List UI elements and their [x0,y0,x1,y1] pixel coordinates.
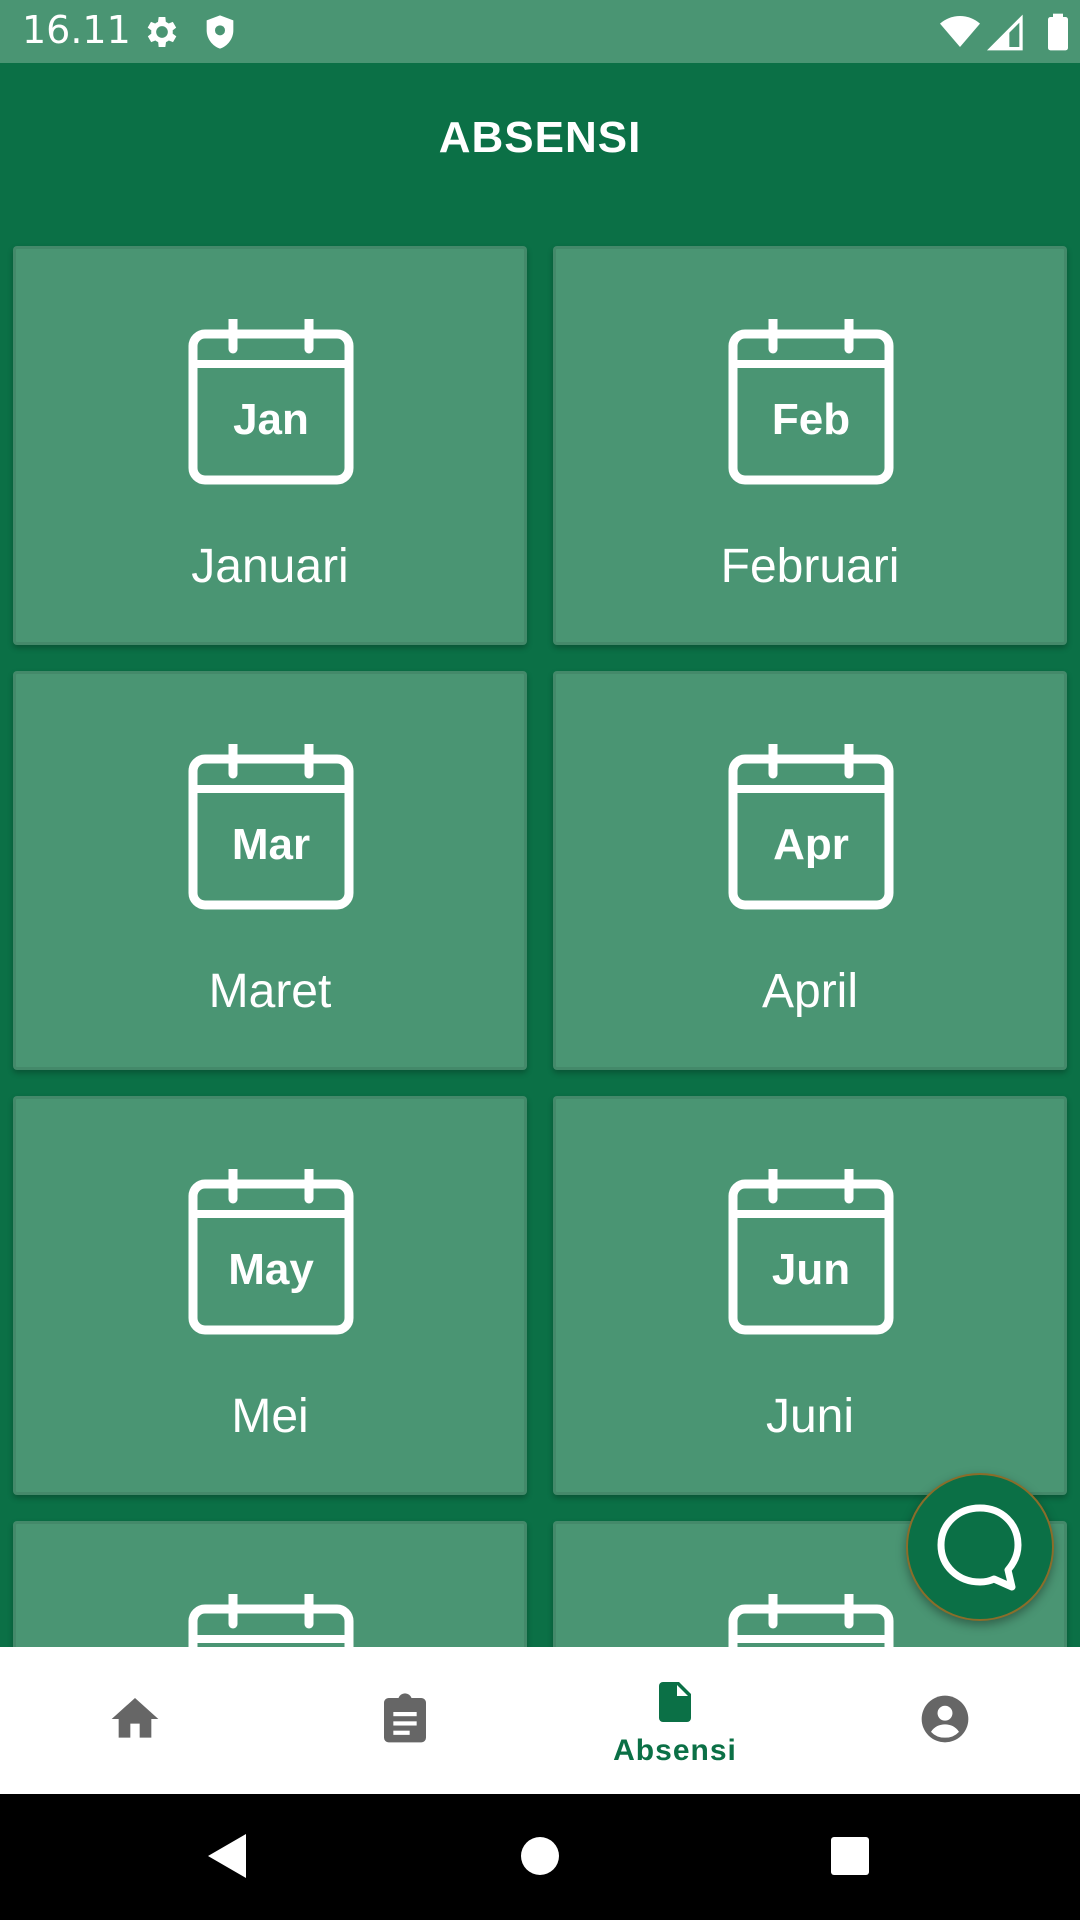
nav-item-absensi[interactable]: Absensi [540,1647,810,1794]
nav-item-profile[interactable] [810,1647,1080,1794]
document-icon [659,1681,691,1722]
battery-icon [1048,13,1068,51]
bottom-navigation: Absensi [0,1647,1080,1794]
svg-text:Jun: Jun [772,1245,850,1294]
calendar-icon: Jan [188,319,354,485]
app-bar: ABSENSI [0,63,1080,238]
svg-text:Apr: Apr [773,820,849,869]
clipboard-icon [384,1692,426,1742]
calendar-icon: Feb [728,319,894,485]
calendar-icon [728,1594,894,1647]
nav-item-home[interactable] [0,1647,270,1794]
calendar-icon: May [188,1169,354,1335]
month-card-2[interactable]: Feb Februari [553,246,1067,645]
month-card-5[interactable]: May Mei [13,1096,527,1495]
month-label: Maret [208,965,332,1018]
svg-text:Feb: Feb [772,395,850,444]
svg-text:Mar: Mar [232,820,310,869]
month-label: April [761,965,859,1018]
month-label: Januari [191,540,349,593]
signal-icon [986,14,1023,51]
month-label: Februari [720,540,900,593]
home-circle-icon[interactable] [510,1826,570,1886]
month-label: Juni [765,1390,855,1443]
nav-label-absensi: Absensi [613,1733,737,1767]
gear-icon [147,17,177,47]
system-navigation-bar [0,1794,1080,1920]
account-icon [921,1695,969,1742]
month-card-1[interactable]: Jan Januari [13,246,527,645]
recent-apps-icon[interactable] [820,1826,880,1886]
month-card-3[interactable]: Mar Maret [13,671,527,1070]
svg-text:May: May [228,1245,314,1294]
calendar-icon [188,1594,354,1647]
page-title: ABSENSI [438,113,642,162]
chat-bubble-icon [937,1504,1022,1591]
wifi-icon [940,16,980,47]
month-card-7[interactable] [13,1521,527,1647]
calendar-icon: Jun [728,1169,894,1335]
home-icon [111,1697,159,1738]
status-bar: 16.11 [0,0,1080,63]
calendar-icon: Apr [728,744,894,910]
month-card-4[interactable]: Apr April [553,671,1067,1070]
svg-text:Jan: Jan [233,395,309,444]
calendar-icon: Mar [188,744,354,910]
month-grid: Jan Januari Feb Februari Mar Maret Apr A… [0,238,1080,1647]
nav-item-tasks[interactable] [270,1647,540,1794]
shield-icon [206,15,234,49]
month-label: Mei [231,1390,309,1443]
back-icon[interactable] [196,1826,256,1886]
status-time: 16.11 [22,8,131,52]
month-card-6[interactable]: Jun Juni [553,1096,1067,1495]
chat-fab-button[interactable] [906,1473,1054,1621]
